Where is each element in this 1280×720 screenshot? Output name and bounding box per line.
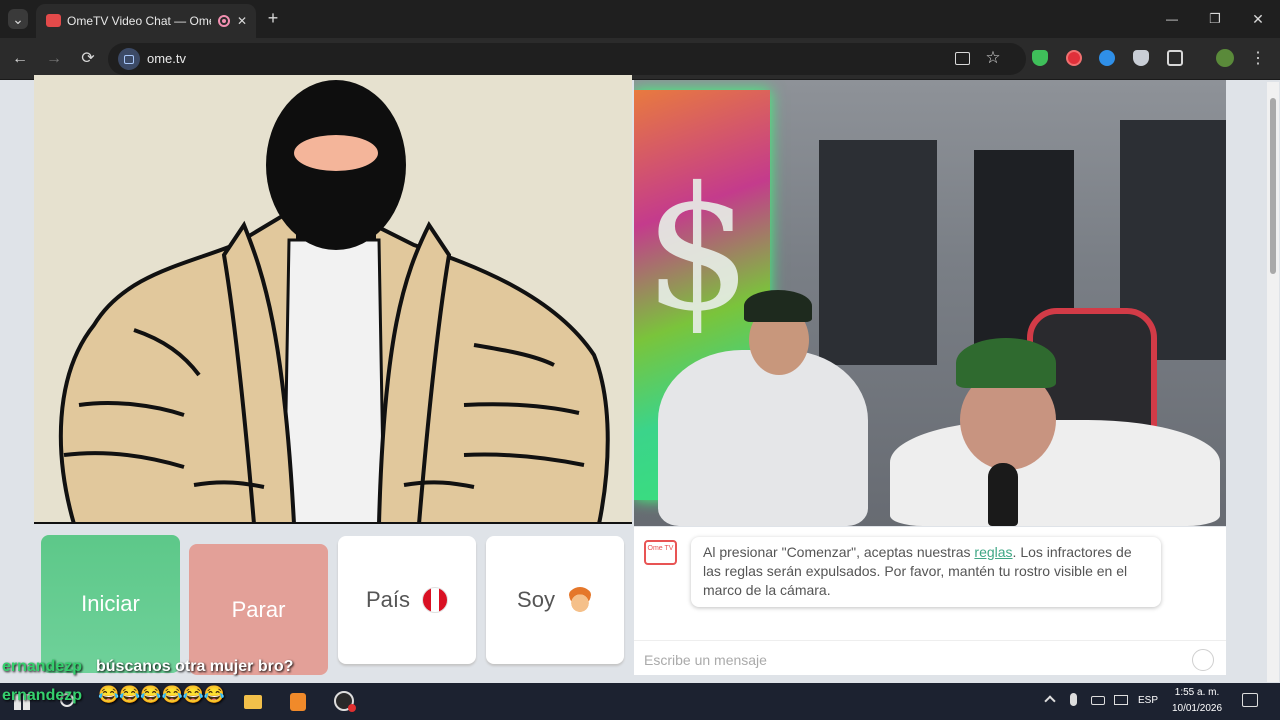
back-icon[interactable]: ← (10, 49, 30, 69)
boy-avatar-icon (566, 587, 593, 613)
address-bar[interactable]: ome.tv ☆ (108, 43, 1026, 75)
overlay-emoji-message: 😂😂😂😂😂😂 (98, 685, 226, 704)
site-info-icon[interactable] (118, 48, 140, 70)
gender-label: Soy (517, 587, 555, 612)
streamer-left-cap (744, 290, 812, 322)
message-placeholder: Escribe un mensaje (644, 652, 767, 668)
close-tab-icon[interactable]: ✕ (234, 11, 250, 31)
emoji-icon[interactable] (1192, 649, 1214, 671)
url-text: ome.tv (147, 51, 187, 66)
stop-button-label: Parar (231, 596, 286, 622)
scrollbar-thumb[interactable] (1270, 98, 1276, 274)
browser-tab-strip: ⌄ OmeTV Video Chat — Ome ✕ + — ❐ ✕ (0, 0, 1280, 38)
bookmark-star-icon[interactable]: ☆ (983, 48, 1003, 68)
tray-chevron-icon[interactable] (1044, 695, 1056, 707)
swirl-extension-icon[interactable] (1099, 50, 1115, 66)
microphone-tray-icon[interactable] (1070, 693, 1077, 706)
obs-recording-dot-icon (348, 704, 356, 712)
privacy-extension-icon[interactable] (1133, 50, 1149, 66)
profile-avatar[interactable] (1216, 49, 1234, 67)
clock-date[interactable]: 10/01/2026 (1166, 703, 1228, 714)
streamer-left (658, 350, 868, 526)
battery-tray-icon[interactable] (1091, 696, 1105, 705)
install-app-icon[interactable] (955, 52, 970, 65)
dollar-sign-icon: $ (644, 151, 753, 349)
country-label: País (365, 587, 411, 612)
ometv-logo: Ome TV (644, 540, 677, 565)
streamer-right (890, 420, 1220, 526)
country-selector-button[interactable]: País (338, 536, 476, 664)
message-input[interactable]: Escribe un mensaje (634, 640, 1226, 675)
tab-search-icon[interactable]: ⌄ (8, 9, 28, 29)
page-scrollbar[interactable] (1267, 82, 1279, 682)
fl-studio-icon[interactable] (290, 693, 306, 711)
stop-button[interactable]: Parar (189, 544, 328, 675)
browser-menu-icon[interactable]: ⋮ (1250, 49, 1266, 69)
self-camera-video: $ (634, 80, 1226, 526)
record-extension-icon[interactable] (1066, 50, 1082, 66)
tab-ometv[interactable]: OmeTV Video Chat — Ome ✕ (36, 4, 256, 38)
ometv-favicon-icon (46, 14, 61, 27)
file-explorer-icon[interactable] (244, 695, 262, 709)
rules-link[interactable]: reglas (974, 544, 1012, 560)
gender-selector-button[interactable]: Soy (486, 536, 624, 664)
streamer-right-cap (956, 338, 1056, 388)
network-tray-icon[interactable] (1114, 695, 1128, 705)
start-button-label: Iniciar (81, 591, 140, 616)
close-window-icon[interactable]: ✕ (1248, 9, 1268, 29)
partner-video (34, 75, 632, 524)
rules-notice: Al presionar "Comenzar", aceptas nuestra… (691, 537, 1161, 607)
overlay-username: ernandezp (2, 687, 83, 704)
overlay-username: ernandezp (2, 658, 83, 675)
peru-flag-icon (422, 587, 449, 613)
acoustic-panel (819, 140, 937, 365)
chat-panel: Ome TV Al presionar "Comenzar", aceptas … (634, 527, 1226, 675)
cartoon-avatar-illustration (34, 75, 632, 524)
recording-icon (218, 15, 230, 27)
new-tab-icon[interactable]: + (263, 8, 283, 28)
reload-icon[interactable]: ⟳ (78, 49, 98, 69)
tab-title: OmeTV Video Chat — Ome (67, 14, 211, 28)
extensions-puzzle-icon[interactable] (1167, 50, 1183, 66)
notice-prefix: Al presionar "Comenzar", aceptas nuestra… (703, 544, 975, 560)
minimize-window-icon[interactable]: — (1162, 9, 1182, 29)
notifications-icon[interactable] (1242, 693, 1258, 707)
browser-toolbar: ← → ⟳ ome.tv ☆ ⋮ (0, 38, 1280, 80)
clock-time[interactable]: 1:55 a. m. (1168, 687, 1226, 698)
forward-icon[interactable]: → (44, 49, 64, 69)
microphone (988, 463, 1018, 526)
overlay-message: búscanos otra mujer bro? (96, 658, 294, 675)
shield-extension-icon[interactable] (1032, 50, 1048, 66)
language-indicator[interactable]: ESP (1136, 695, 1160, 706)
start-button[interactable]: Iniciar (41, 535, 180, 673)
maximize-window-icon[interactable]: ❐ (1205, 9, 1225, 29)
